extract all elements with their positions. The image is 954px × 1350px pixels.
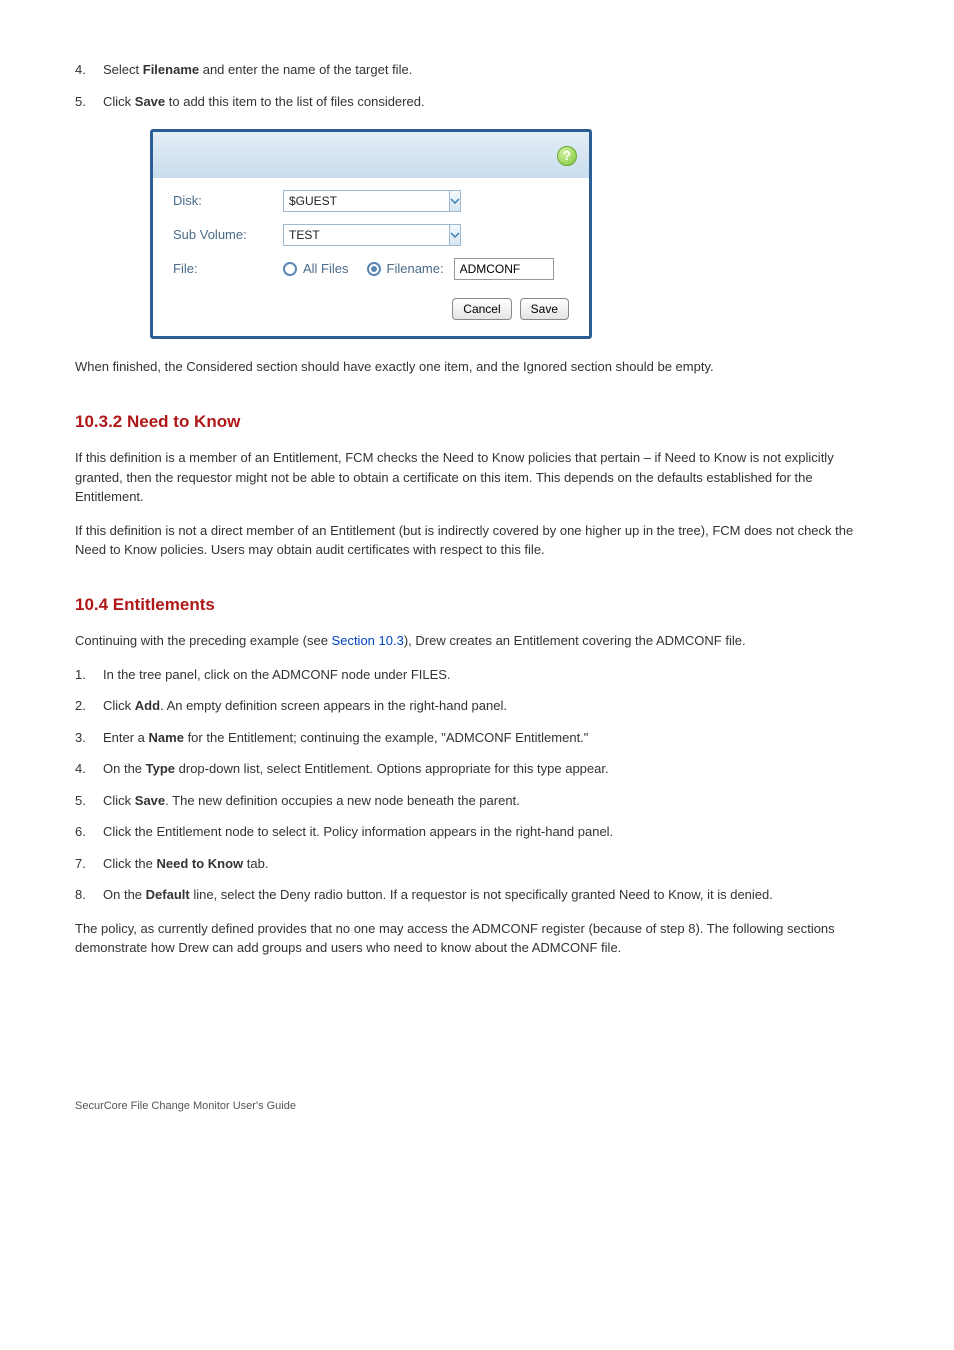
all-files-radio-label: All Files xyxy=(303,259,349,279)
sub-volume-row: Sub Volume: xyxy=(173,222,569,248)
step-item: 4. On the Type drop-down list, select En… xyxy=(75,759,879,779)
step-item: 8. On the Default line, select the Deny … xyxy=(75,885,879,905)
dialog-body: Disk: Sub Volume: xyxy=(153,178,589,336)
step-text: In the tree panel, click on the ADMCONF … xyxy=(103,665,879,685)
step-number: 2. xyxy=(75,696,103,716)
file-row: File: All Files Filename: xyxy=(173,256,569,282)
step-number: 8. xyxy=(75,885,103,905)
paragraph: If this definition is not a direct membe… xyxy=(75,521,879,560)
help-icon[interactable]: ? xyxy=(557,146,577,166)
disk-input[interactable] xyxy=(283,190,449,212)
chevron-down-icon xyxy=(450,198,460,204)
paragraph: When finished, the Considered section sh… xyxy=(75,357,879,377)
step-number: 5. xyxy=(75,791,103,811)
filename-radio[interactable] xyxy=(367,262,381,276)
cancel-button[interactable]: Cancel xyxy=(452,298,511,320)
step-number: 1. xyxy=(75,665,103,685)
step-text: Enter a Name for the Entitlement; contin… xyxy=(103,728,879,748)
section-link[interactable]: Section 10.3 xyxy=(332,633,404,648)
chevron-down-icon xyxy=(450,232,460,238)
paragraph: Continuing with the preceding example (s… xyxy=(75,631,879,651)
step-item: 2. Click Add. An empty definition screen… xyxy=(75,696,879,716)
sub-volume-label: Sub Volume: xyxy=(173,225,283,245)
dialog: ? Disk: Sub Volume: xyxy=(150,129,592,339)
step-item: 7. Click the Need to Know tab. xyxy=(75,854,879,874)
disk-row: Disk: xyxy=(173,188,569,214)
paragraph: If this definition is a member of an Ent… xyxy=(75,448,879,507)
step-item: 1. In the tree panel, click on the ADMCO… xyxy=(75,665,879,685)
step-number: 6. xyxy=(75,822,103,842)
step-item: 3. Enter a Name for the Entitlement; con… xyxy=(75,728,879,748)
step-number: 7. xyxy=(75,854,103,874)
step-text: On the Type drop-down list, select Entit… xyxy=(103,759,879,779)
all-files-radio[interactable] xyxy=(283,262,297,276)
step-item: 5. Click Save. The new definition occupi… xyxy=(75,791,879,811)
step-text: Click Save to add this item to the list … xyxy=(103,92,879,112)
step-text: Click Add. An empty definition screen ap… xyxy=(103,696,879,716)
step-item: 6. Click the Entitlement node to select … xyxy=(75,822,879,842)
section-heading: 10.4 Entitlements xyxy=(75,592,879,618)
step-number: 5. xyxy=(75,92,103,112)
file-label: File: xyxy=(173,259,283,279)
dialog-button-row: Cancel Save xyxy=(173,298,569,320)
step-text: Select Filename and enter the name of th… xyxy=(103,60,879,80)
file-radio-group: All Files Filename: xyxy=(283,258,554,280)
sub-volume-input[interactable] xyxy=(283,224,449,246)
disk-combo[interactable] xyxy=(283,190,396,212)
filename-input[interactable] xyxy=(454,258,554,280)
disk-dropdown-button[interactable] xyxy=(449,190,461,212)
step-number: 3. xyxy=(75,728,103,748)
sub-volume-combo[interactable] xyxy=(283,224,396,246)
paragraph: The policy, as currently defined provide… xyxy=(75,919,879,958)
sub-volume-dropdown-button[interactable] xyxy=(449,224,461,246)
dialog-screenshot: ? Disk: Sub Volume: xyxy=(150,129,879,339)
dialog-header: ? xyxy=(153,132,589,178)
step-number: 4. xyxy=(75,759,103,779)
page-footer: SecurCore File Change Monitor User's Gui… xyxy=(75,1098,879,1115)
step-number: 4. xyxy=(75,60,103,80)
step-text: Click the Need to Know tab. xyxy=(103,854,879,874)
step-item: 5. Click Save to add this item to the li… xyxy=(75,92,879,112)
filename-radio-label: Filename: xyxy=(387,259,444,279)
step-item: 4. Select Filename and enter the name of… xyxy=(75,60,879,80)
save-button[interactable]: Save xyxy=(520,298,569,320)
step-text: Click Save. The new definition occupies … xyxy=(103,791,879,811)
step-text: On the Default line, select the Deny rad… xyxy=(103,885,879,905)
section-heading: 10.3.2 Need to Know xyxy=(75,409,879,435)
disk-label: Disk: xyxy=(173,191,283,211)
step-text: Click the Entitlement node to select it.… xyxy=(103,822,879,842)
page-content: 4. Select Filename and enter the name of… xyxy=(0,0,954,1174)
